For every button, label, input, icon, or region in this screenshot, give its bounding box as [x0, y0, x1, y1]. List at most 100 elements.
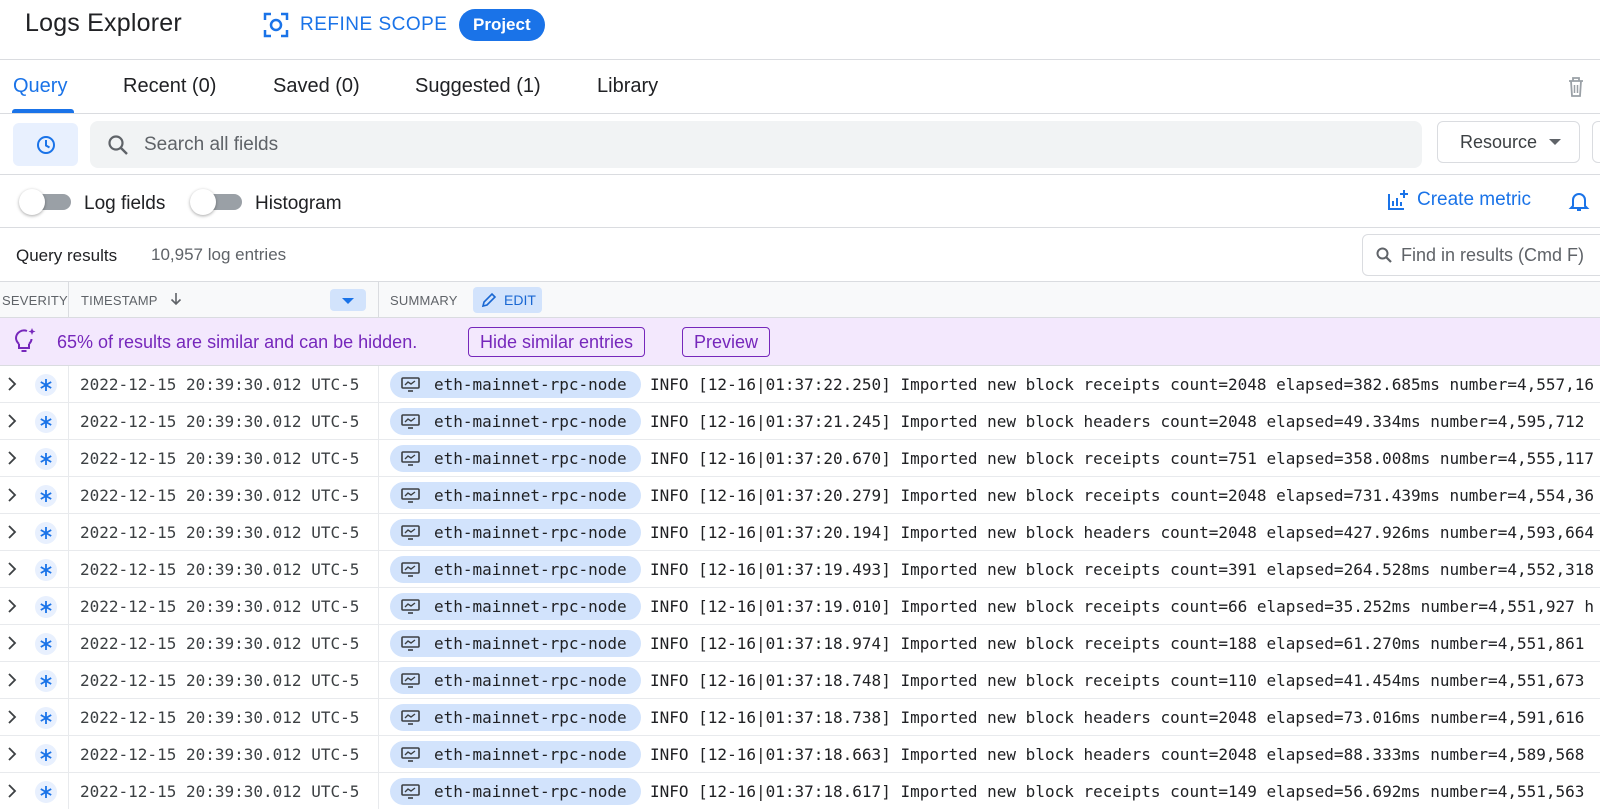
- table-row[interactable]: 2022-12-15 20:39:30.012 UTC-5 eth-mainne…: [0, 625, 1600, 662]
- clock-icon: [36, 135, 55, 154]
- resource-chip-label: eth-mainnet-rpc-node: [434, 745, 627, 764]
- chevron-right-icon[interactable]: [4, 487, 20, 503]
- table-row[interactable]: 2022-12-15 20:39:30.012 UTC-5 eth-mainne…: [0, 403, 1600, 440]
- chevron-right-icon[interactable]: [4, 524, 20, 540]
- log-summary: INFO [12-16|01:37:18.738] Imported new b…: [650, 708, 1585, 727]
- extra-filter-button[interactable]: [1592, 121, 1600, 163]
- sort-arrow-down-icon[interactable]: [168, 291, 184, 307]
- add-chart-icon: [1388, 190, 1408, 210]
- trash-icon[interactable]: [1565, 75, 1587, 99]
- resource-chip[interactable]: eth-mainnet-rpc-node: [390, 408, 641, 435]
- refine-scope-button[interactable]: REFINE SCOPE: [262, 10, 447, 40]
- edit-label: EDIT: [504, 292, 536, 308]
- table-row[interactable]: 2022-12-15 20:39:30.012 UTC-5 eth-mainne…: [0, 514, 1600, 551]
- edit-summary-button[interactable]: EDIT: [473, 287, 542, 313]
- log-summary: INFO [12-16|01:37:19.010] Imported new b…: [650, 597, 1595, 616]
- severity-default-icon: [35, 633, 57, 655]
- chevron-right-icon[interactable]: [4, 598, 20, 614]
- table-row[interactable]: 2022-12-15 20:39:30.012 UTC-5 eth-mainne…: [0, 736, 1600, 773]
- chevron-right-icon[interactable]: [4, 635, 20, 651]
- resource-chip-label: eth-mainnet-rpc-node: [434, 375, 627, 394]
- log-fields-label: Log fields: [84, 193, 166, 214]
- table-row[interactable]: 2022-12-15 20:39:30.012 UTC-5 eth-mainne…: [0, 588, 1600, 625]
- resource-chip[interactable]: eth-mainnet-rpc-node: [390, 371, 641, 398]
- hide-similar-entries-button[interactable]: Hide similar entries: [468, 327, 646, 357]
- resource-chip[interactable]: eth-mainnet-rpc-node: [390, 667, 641, 694]
- query-tabs: Query Recent (0) Saved (0) Suggested (1)…: [0, 61, 1600, 114]
- log-summary: INFO [12-16|01:37:18.617] Imported new b…: [650, 782, 1585, 801]
- create-metric-button[interactable]: Create metric: [1387, 189, 1531, 211]
- log-fields-toggle[interactable]: [19, 189, 71, 215]
- monitor-icon: [401, 784, 420, 799]
- severity-column-header[interactable]: SEVERITY: [2, 293, 68, 308]
- monitor-icon: [401, 636, 420, 651]
- tab-recent[interactable]: Recent (0): [123, 75, 216, 98]
- resource-dropdown[interactable]: Resource: [1437, 121, 1580, 163]
- resource-chip[interactable]: eth-mainnet-rpc-node: [390, 593, 641, 620]
- monitor-icon: [401, 451, 420, 466]
- chevron-right-icon[interactable]: [4, 413, 20, 429]
- toggle-row: Log fields Histogram Create metric: [0, 176, 1600, 228]
- log-timestamp: 2022-12-15 20:39:30.012 UTC-5: [80, 486, 360, 505]
- resource-chip-label: eth-mainnet-rpc-node: [434, 486, 627, 505]
- resource-chip-label: eth-mainnet-rpc-node: [434, 560, 627, 579]
- app-header: Logs Explorer REFINE SCOPE Project: [0, 0, 1600, 60]
- page-title: Logs Explorer: [25, 9, 182, 37]
- chevron-right-icon[interactable]: [4, 376, 20, 392]
- severity-default-icon: [35, 411, 57, 433]
- log-summary: INFO [12-16|01:37:21.245] Imported new b…: [650, 412, 1585, 431]
- table-row[interactable]: 2022-12-15 20:39:30.012 UTC-5 eth-mainne…: [0, 477, 1600, 514]
- log-entries-list: 2022-12-15 20:39:30.012 UTC-5 eth-mainne…: [0, 366, 1600, 809]
- tab-query[interactable]: Query: [13, 75, 67, 98]
- resource-chip[interactable]: eth-mainnet-rpc-node: [390, 778, 641, 805]
- resource-chip[interactable]: eth-mainnet-rpc-node: [390, 741, 641, 768]
- resource-chip[interactable]: eth-mainnet-rpc-node: [390, 482, 641, 509]
- resource-chip-label: eth-mainnet-rpc-node: [434, 708, 627, 727]
- severity-default-icon: [35, 781, 57, 803]
- severity-default-icon: [35, 522, 57, 544]
- time-range-button[interactable]: [13, 123, 78, 166]
- table-row[interactable]: 2022-12-15 20:39:30.012 UTC-5 eth-mainne…: [0, 551, 1600, 588]
- resource-chip-label: eth-mainnet-rpc-node: [434, 782, 627, 801]
- table-row[interactable]: 2022-12-15 20:39:30.012 UTC-5 eth-mainne…: [0, 366, 1600, 403]
- project-scope-chip[interactable]: Project: [459, 9, 545, 41]
- log-timestamp: 2022-12-15 20:39:30.012 UTC-5: [80, 560, 360, 579]
- resource-chip-label: eth-mainnet-rpc-node: [434, 412, 627, 431]
- similar-results-banner: 65% of results are similar and can be hi…: [0, 318, 1600, 366]
- histogram-label: Histogram: [255, 193, 342, 214]
- resource-chip[interactable]: eth-mainnet-rpc-node: [390, 704, 641, 731]
- find-in-results-box[interactable]: [1362, 234, 1600, 276]
- find-in-results-input[interactable]: [1401, 244, 1600, 266]
- monitor-icon: [401, 673, 420, 688]
- log-timestamp: 2022-12-15 20:39:30.012 UTC-5: [80, 671, 360, 690]
- log-summary: INFO [12-16|01:37:18.974] Imported new b…: [650, 634, 1585, 653]
- tab-suggested[interactable]: Suggested (1): [415, 75, 541, 98]
- chevron-right-icon[interactable]: [4, 783, 20, 799]
- search-input[interactable]: [144, 133, 1344, 156]
- timestamp-column-header[interactable]: TIMESTAMP: [81, 293, 158, 308]
- table-row[interactable]: 2022-12-15 20:39:30.012 UTC-5 eth-mainne…: [0, 773, 1600, 809]
- severity-default-icon: [35, 707, 57, 729]
- timestamp-options-dropdown[interactable]: [330, 289, 366, 311]
- table-row[interactable]: 2022-12-15 20:39:30.012 UTC-5 eth-mainne…: [0, 699, 1600, 736]
- resource-chip[interactable]: eth-mainnet-rpc-node: [390, 519, 641, 546]
- resource-chip[interactable]: eth-mainnet-rpc-node: [390, 556, 641, 583]
- chevron-right-icon[interactable]: [4, 450, 20, 466]
- tab-saved[interactable]: Saved (0): [273, 75, 360, 98]
- chevron-right-icon[interactable]: [4, 672, 20, 688]
- search-box[interactable]: [90, 121, 1422, 168]
- chevron-right-icon[interactable]: [4, 561, 20, 577]
- log-timestamp: 2022-12-15 20:39:30.012 UTC-5: [80, 782, 360, 801]
- resource-chip[interactable]: eth-mainnet-rpc-node: [390, 630, 641, 657]
- alert-bell-icon[interactable]: [1568, 190, 1590, 212]
- chevron-right-icon[interactable]: [4, 709, 20, 725]
- preview-button[interactable]: Preview: [682, 327, 771, 357]
- search-bar-row: Resource: [0, 115, 1600, 175]
- table-row[interactable]: 2022-12-15 20:39:30.012 UTC-5 eth-mainne…: [0, 440, 1600, 477]
- tab-library[interactable]: Library: [597, 75, 658, 98]
- log-timestamp: 2022-12-15 20:39:30.012 UTC-5: [80, 708, 360, 727]
- chevron-right-icon[interactable]: [4, 746, 20, 762]
- histogram-toggle[interactable]: [190, 189, 242, 215]
- resource-chip[interactable]: eth-mainnet-rpc-node: [390, 445, 641, 472]
- table-row[interactable]: 2022-12-15 20:39:30.012 UTC-5 eth-mainne…: [0, 662, 1600, 699]
